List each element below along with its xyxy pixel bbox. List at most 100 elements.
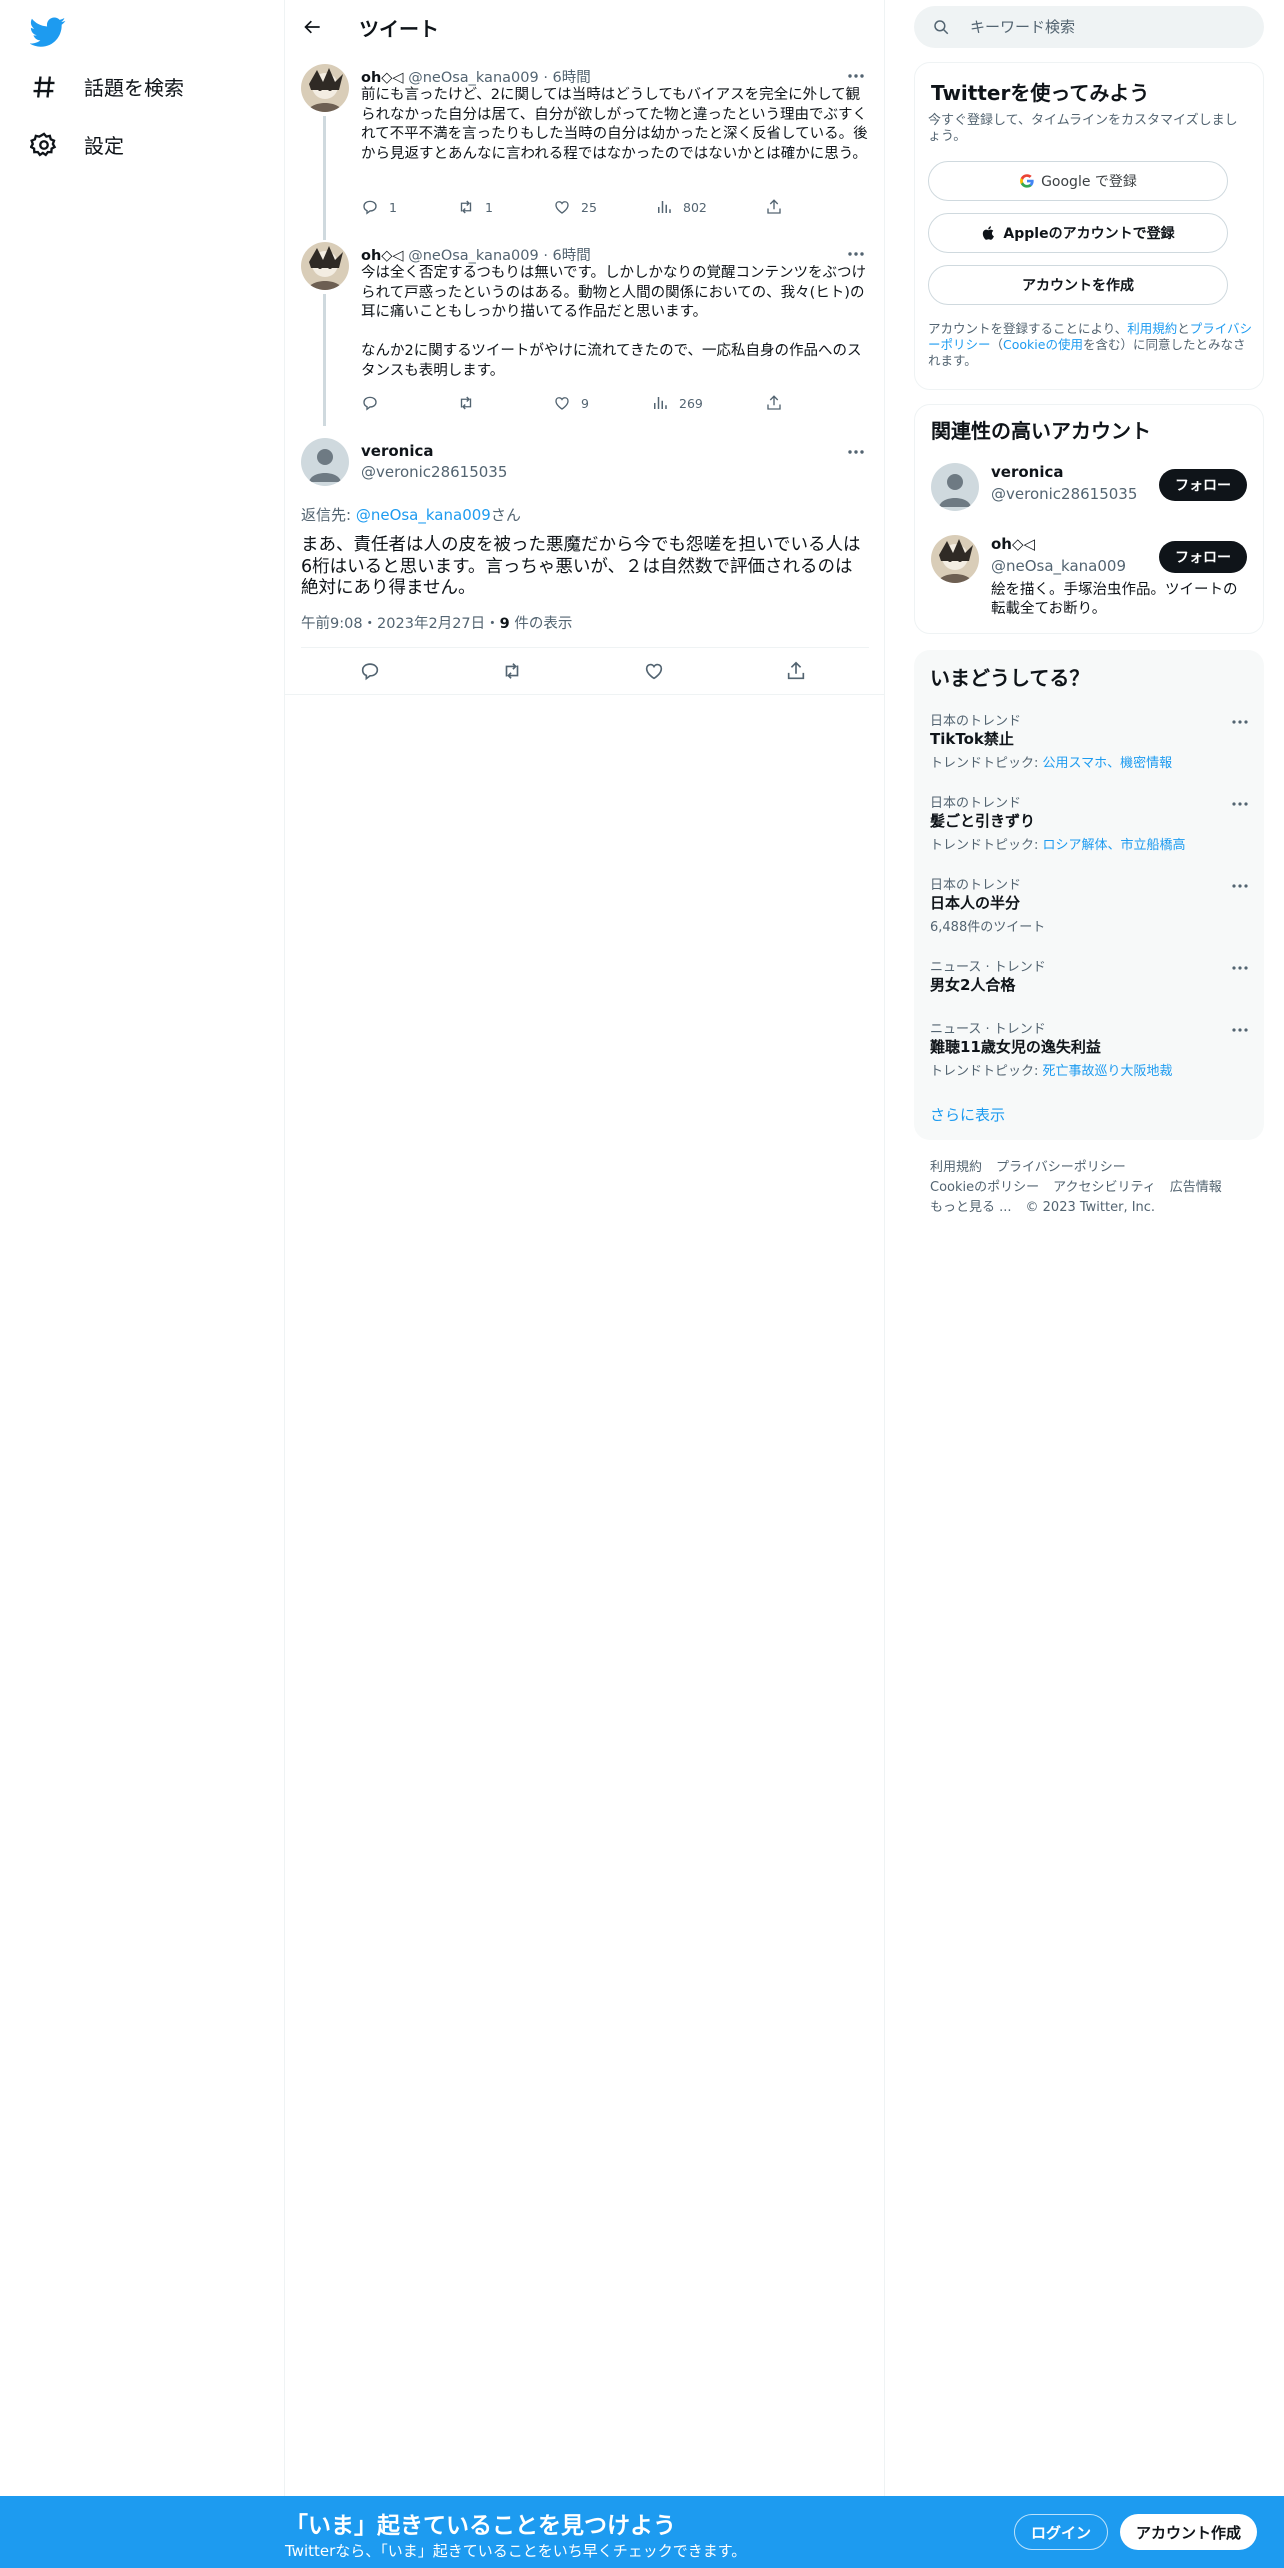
apple-signup-button[interactable]: Appleのアカウントで登録 — [928, 213, 1228, 253]
trend-item[interactable]: 日本のトレンド TikTok禁止 トレンドトピック: 公用スマホ、機密情報 — [914, 708, 1264, 784]
more-icon[interactable] — [845, 243, 867, 265]
legal-text: （ — [990, 337, 1004, 352]
trend-name: 男女2人合格 — [930, 976, 1016, 994]
avatar[interactable] — [301, 242, 349, 290]
search-box[interactable] — [914, 6, 1264, 48]
bottom-bar-subtitle: Twitterなら、「いま」起きていることをいち早くチェックできます。 — [285, 2542, 747, 2560]
reply-button[interactable]: 1 — [361, 198, 397, 216]
nav-settings[interactable]: 設定 — [30, 130, 124, 159]
nav-settings-label: 設定 — [84, 134, 124, 158]
heart-icon — [555, 201, 569, 214]
like-count: 25 — [581, 199, 597, 215]
like-button[interactable]: 9 — [553, 394, 589, 412]
cookie-link[interactable]: Cookieの使用 — [1003, 337, 1083, 352]
trend-item[interactable]: ニュース · トレンド 難聴11歳女児の逸失利益 トレンドトピック: 死亡事故巡… — [914, 1016, 1264, 1092]
tweet-actions: 9 269 — [361, 394, 801, 414]
more-icon[interactable] — [1230, 876, 1250, 896]
trend-item[interactable]: 日本のトレンド 髪ごと引きずり トレンドトピック: ロシア解体、市立船橋高 — [914, 790, 1264, 866]
tweet-timestamp[interactable]: 午前9:08・2023年2月27日・ — [301, 616, 500, 632]
heart-icon — [555, 397, 569, 410]
tweet-meta: 午前9:08・2023年2月27日・9 件の表示 — [301, 612, 572, 633]
footer-cookie-link[interactable]: Cookieのポリシー — [930, 1180, 1039, 1195]
author-name[interactable]: oh◇◁ — [361, 248, 404, 264]
footer-ads-link[interactable]: 広告情報 — [1170, 1180, 1222, 1195]
trend-topics-links[interactable]: 死亡事故巡り大阪地裁 — [1043, 1064, 1173, 1079]
account-name[interactable]: veronica — [991, 463, 1064, 481]
trend-item[interactable]: ニュース · トレンド 男女2人合格 — [914, 954, 1264, 1010]
like-count: 9 — [581, 395, 589, 411]
avatar[interactable] — [931, 535, 979, 583]
more-icon[interactable] — [845, 65, 867, 87]
tweet-header: oh◇◁ @neOsa_kana009 · 6時間 — [361, 70, 591, 86]
tweet-text: 前にも言ったけど、2に関しては当時はどうしてもバイアスを完全に外して観られなかっ… — [361, 87, 868, 162]
follow-button[interactable]: フォロー — [1159, 541, 1247, 573]
account-name[interactable]: oh◇◁ — [991, 535, 1035, 553]
reply-button[interactable] — [359, 660, 381, 682]
login-button[interactable]: ログイン — [1014, 2514, 1109, 2550]
footer-terms-link[interactable]: 利用規約 — [930, 1160, 982, 1175]
trend-name: 難聴11歳女児の逸失利益 — [930, 1038, 1101, 1056]
share-button[interactable] — [785, 660, 807, 682]
like-button[interactable] — [643, 660, 665, 682]
reply-button[interactable] — [361, 394, 389, 412]
back-button[interactable] — [299, 13, 327, 41]
bar-chart-icon — [658, 201, 671, 213]
avatar[interactable] — [301, 64, 349, 112]
share-button[interactable] — [765, 198, 783, 216]
views-button[interactable]: 269 — [651, 394, 703, 412]
thread-tweet[interactable]: oh◇◁ @neOsa_kana009 · 6時間 前にも言ったけど、2に関して… — [285, 54, 885, 240]
footer-more-link[interactable]: もっと見る ... — [930, 1200, 1012, 1215]
more-icon[interactable] — [1230, 1020, 1250, 1040]
trends-title: いまどうしてる？ — [930, 666, 1090, 690]
bottom-bar-title: 「いま」起きていることを見つけよう — [285, 2513, 676, 2539]
author-handle[interactable]: @neOsa_kana009 — [408, 248, 539, 264]
arrow-left-icon — [304, 20, 320, 34]
tweet-time[interactable]: 6時間 — [553, 70, 591, 86]
author-name[interactable]: veronica — [361, 442, 434, 460]
trend-topics: トレンドトピック: ロシア解体、市立船橋高 — [930, 834, 1186, 853]
more-icon[interactable] — [1230, 958, 1250, 978]
show-more-link[interactable]: さらに表示 — [930, 1104, 1005, 1125]
page-header: ツイート — [285, 0, 885, 54]
google-signup-button[interactable]: Google で登録 — [928, 161, 1228, 201]
more-icon[interactable] — [1230, 794, 1250, 814]
legal-text: と — [1177, 321, 1190, 336]
trend-topics-label: トレンドトピック: — [930, 756, 1043, 771]
reply-to-link[interactable]: @neOsa_kana009 — [356, 506, 491, 524]
author-handle[interactable]: @neOsa_kana009 — [408, 70, 539, 86]
trend-item[interactable]: 日本のトレンド 日本人の半分 6,488件のツイート — [914, 872, 1264, 948]
thread-tweet[interactable]: oh◇◁ @neOsa_kana009 · 6時間 今は全く否定するつもりは無い… — [285, 232, 885, 426]
trend-topics-links[interactable]: ロシア解体、市立船橋高 — [1043, 838, 1186, 853]
views-button[interactable]: 802 — [655, 198, 707, 216]
tweet-time[interactable]: 6時間 — [553, 248, 591, 264]
avatar[interactable] — [301, 438, 349, 486]
more-icon[interactable] — [1230, 712, 1250, 732]
apple-signup-label: Appleのアカウントで登録 — [1003, 226, 1175, 242]
twitter-logo-icon[interactable] — [30, 14, 66, 50]
trends-card: いまどうしてる？ 日本のトレンド TikTok禁止 トレンドトピック: 公用スマ… — [914, 650, 1264, 1140]
nav-explore[interactable]: 話題を検索 — [30, 72, 184, 101]
share-icon — [767, 199, 781, 214]
retweet-button[interactable] — [457, 394, 485, 412]
trend-topics-links[interactable]: 公用スマホ、機密情報 — [1043, 756, 1173, 771]
trend-name: 髪ごと引きずり — [930, 812, 1036, 830]
author-handle[interactable]: @veronic28615035 — [361, 463, 507, 481]
share-button[interactable] — [765, 394, 783, 412]
signup-button[interactable]: アカウント作成 — [1120, 2514, 1258, 2550]
like-button[interactable]: 25 — [553, 198, 597, 216]
terms-link[interactable]: 利用規約 — [1127, 321, 1177, 336]
follow-button[interactable]: フォロー — [1159, 469, 1247, 501]
copyright: © 2023 Twitter, Inc. — [1025, 1200, 1156, 1215]
more-icon[interactable] — [845, 441, 867, 463]
avatar[interactable] — [931, 463, 979, 511]
account-handle[interactable]: @neOsa_kana009 — [991, 557, 1126, 575]
retweet-button[interactable] — [501, 660, 523, 682]
tweet-text: 今は全く否定するつもりは無いです。しかしかなりの覚醒コンテンツをぶつけられて戸惑… — [361, 265, 867, 379]
search-input[interactable] — [970, 16, 1240, 38]
account-handle[interactable]: @veronic28615035 — [991, 485, 1137, 503]
retweet-button[interactable]: 1 — [457, 198, 493, 216]
footer-accessibility-link[interactable]: アクセシビリティ — [1053, 1180, 1156, 1195]
footer-privacy-link[interactable]: プライバシーポリシー — [996, 1160, 1126, 1175]
author-name[interactable]: oh◇◁ — [361, 70, 404, 86]
create-account-button[interactable]: アカウントを作成 — [928, 265, 1228, 305]
